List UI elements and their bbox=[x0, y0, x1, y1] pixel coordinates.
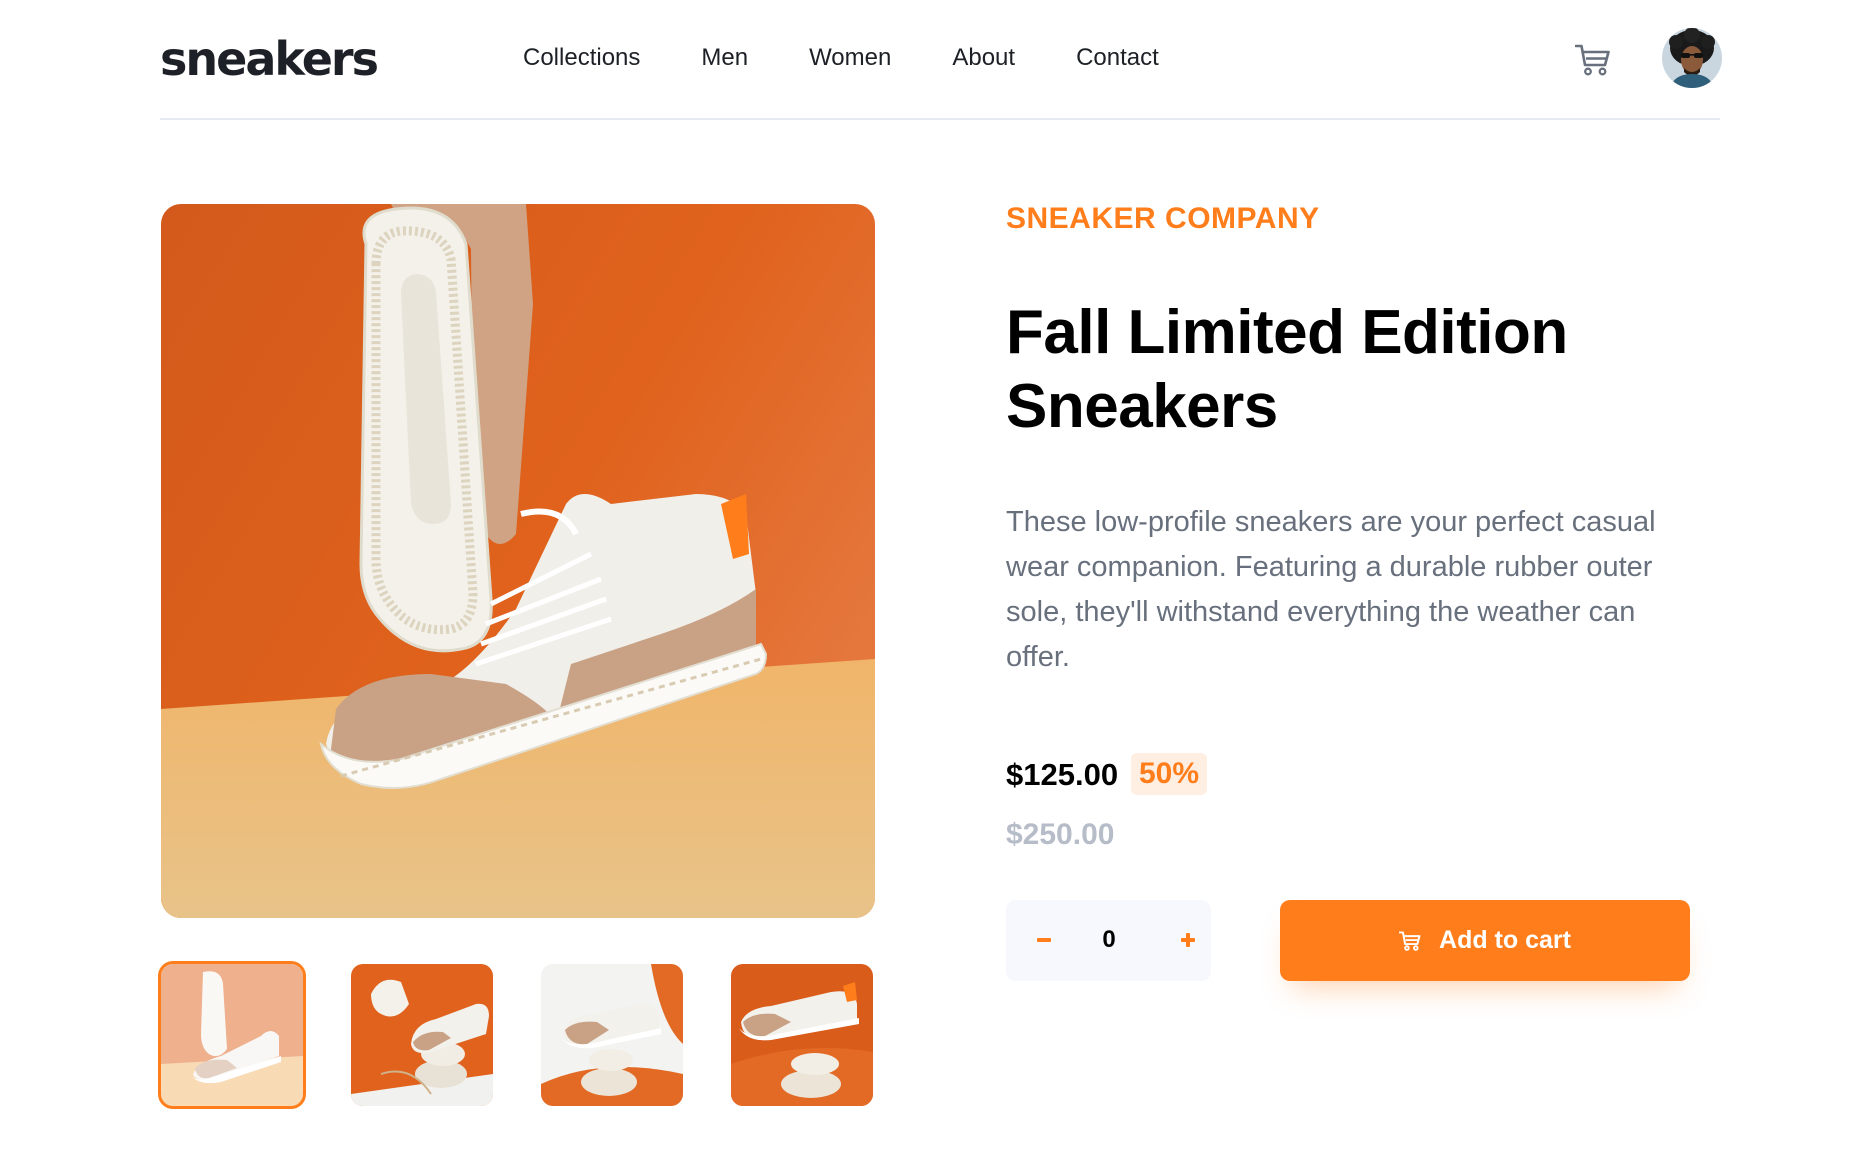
product-description: These low-profile sneakers are your perf… bbox=[1006, 506, 1656, 673]
discount-badge: 50% bbox=[1131, 753, 1208, 795]
thumbnail-1-selected-overlay bbox=[161, 964, 303, 1106]
thumbnail-4-image bbox=[731, 964, 873, 1106]
logo[interactable]: sneakers bbox=[160, 32, 379, 86]
thumbnail-1[interactable] bbox=[158, 961, 306, 1109]
thumbnail-3[interactable] bbox=[541, 964, 683, 1106]
quantity-value: 0 bbox=[1102, 926, 1116, 953]
product-title-line-2: Sneakers bbox=[1006, 372, 1278, 441]
add-to-cart-button[interactable]: Add to cart bbox=[1280, 900, 1690, 981]
main-nav: Collections Men Women About Contact bbox=[523, 44, 1159, 72]
nav-link-men[interactable]: Men bbox=[701, 44, 748, 72]
nav-link-contact[interactable]: Contact bbox=[1076, 44, 1159, 72]
thumbnail-2-image bbox=[351, 964, 493, 1106]
product-main-image[interactable] bbox=[161, 204, 875, 918]
avatar-image bbox=[1662, 28, 1722, 88]
thumbnail-4[interactable] bbox=[731, 964, 873, 1106]
minus-icon[interactable] bbox=[1026, 922, 1062, 958]
cart-icon[interactable] bbox=[1574, 44, 1611, 76]
add-to-cart-label: Add to cart bbox=[1439, 926, 1571, 954]
brand-name: SNEAKER COMPANY bbox=[1006, 202, 1320, 235]
product-title: Fall Limited Edition Sneakers bbox=[1006, 296, 1646, 444]
nav-link-women[interactable]: Women bbox=[809, 44, 891, 72]
cart-icon bbox=[1399, 930, 1421, 951]
user-avatar[interactable] bbox=[1662, 28, 1722, 88]
plus-icon[interactable] bbox=[1170, 922, 1206, 958]
minus-glyph bbox=[1037, 938, 1051, 942]
nav-link-about[interactable]: About bbox=[952, 44, 1015, 72]
thumbnail-3-image bbox=[541, 964, 683, 1106]
current-price: $125.00 bbox=[1006, 757, 1119, 792]
site-header: sneakers Collections Men Women About Con… bbox=[160, 0, 1722, 120]
original-price: $250.00 bbox=[1006, 818, 1115, 851]
sneaker-photo bbox=[161, 204, 875, 918]
thumbnail-2[interactable] bbox=[351, 964, 493, 1106]
quantity-stepper: 0 bbox=[1006, 900, 1211, 981]
cart-icon-svg bbox=[1574, 44, 1610, 76]
product-title-line-1: Fall Limited Edition bbox=[1006, 298, 1568, 367]
nav-link-collections[interactable]: Collections bbox=[523, 44, 640, 72]
